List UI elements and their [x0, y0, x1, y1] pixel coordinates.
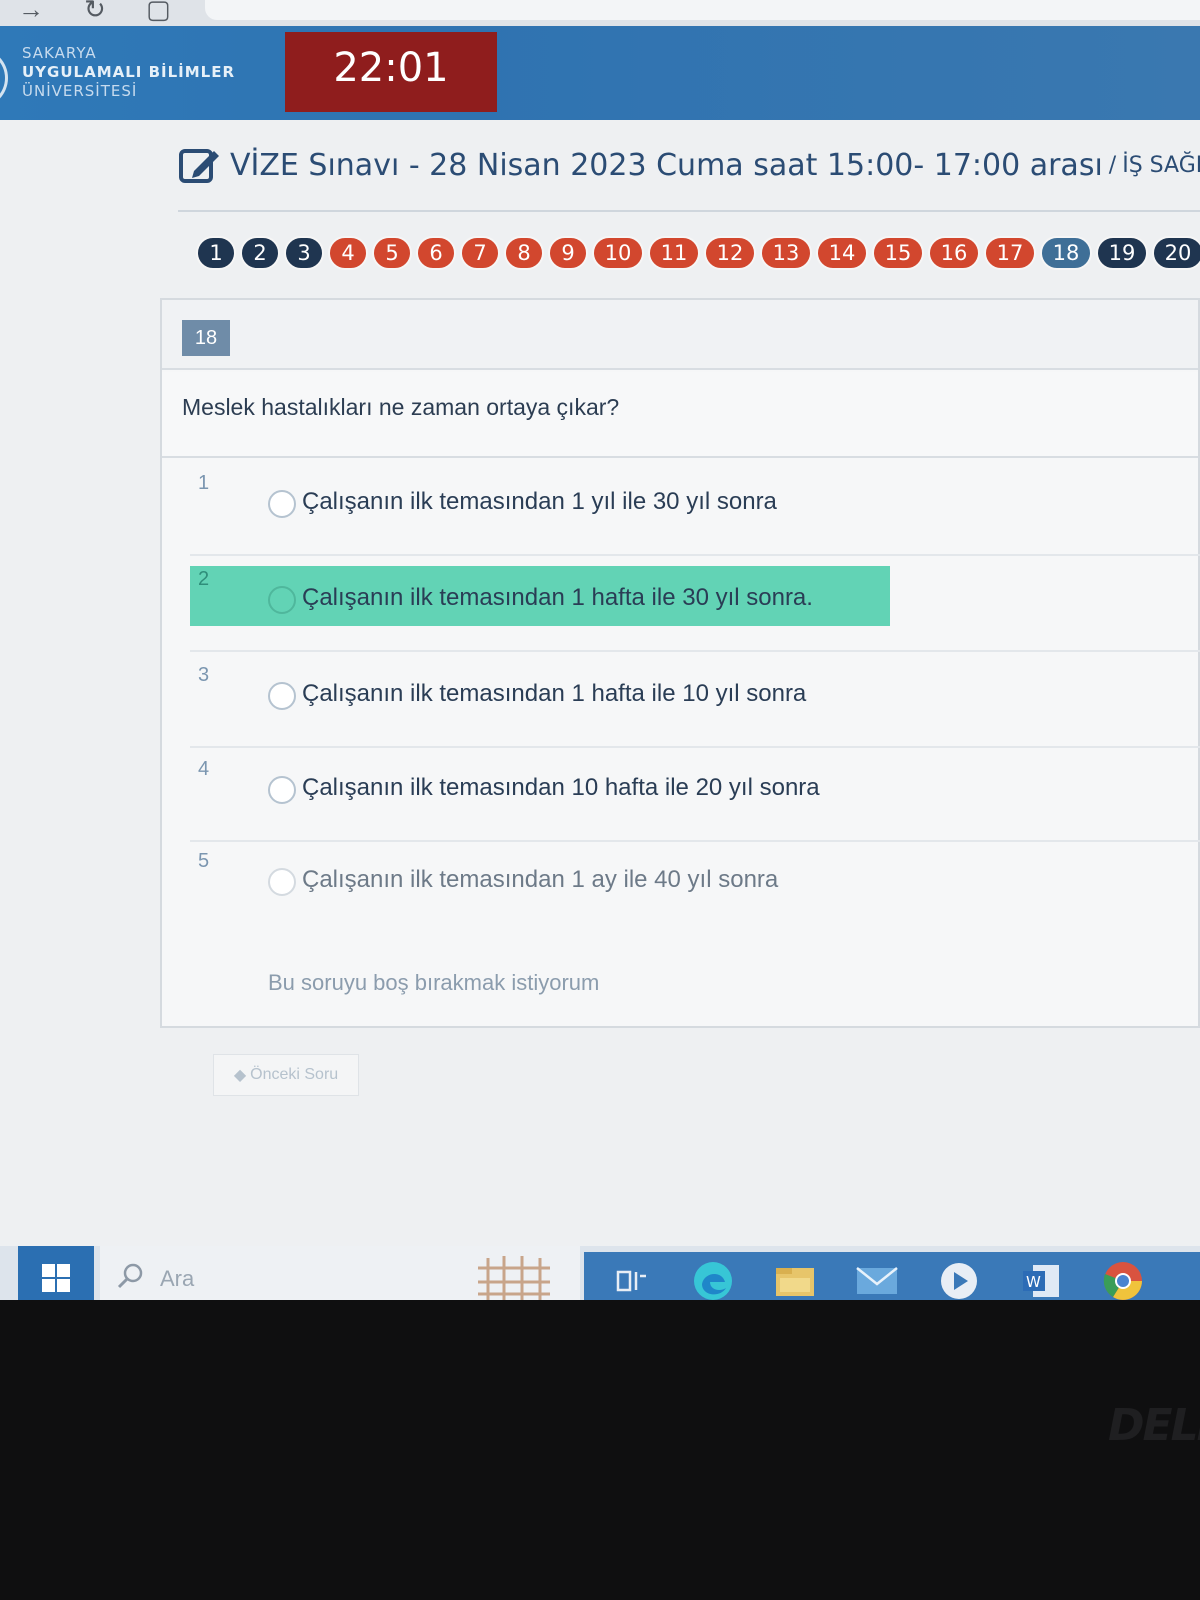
question-number-badge: 18 [182, 320, 230, 356]
question-nav-button[interactable]: 13 [760, 236, 812, 270]
taskbar-search[interactable]: Ara [100, 1246, 580, 1300]
previous-question-button[interactable]: ◆ Önceki Soru [213, 1054, 359, 1096]
media-player-icon[interactable] [936, 1258, 982, 1300]
back-arrow-icon[interactable]: → [18, 0, 44, 25]
word-icon[interactable]: W [1018, 1258, 1064, 1300]
option-label: Çalışanın ilk temasından 1 hafta ile 30 … [302, 584, 813, 611]
windows-icon [42, 1264, 70, 1292]
site-header: SAKARYA UYGULAMALI BİLİMLER ÜNİVERSİTESİ… [0, 26, 1200, 120]
dell-logo: DELL [1108, 1400, 1200, 1451]
logo-line: UYGULAMALI BİLİMLER [22, 63, 236, 81]
taskbar: Ara W [0, 1246, 1200, 1300]
divider [178, 210, 1200, 212]
question-nav-button[interactable]: 15 [872, 236, 924, 270]
question-nav-button[interactable]: 2 [240, 236, 280, 270]
question-nav-button[interactable]: 3 [284, 236, 324, 270]
question-nav-button[interactable]: 16 [928, 236, 980, 270]
reload-icon[interactable]: ↻ [84, 0, 106, 25]
option-number: 2 [198, 568, 210, 590]
exam-title-text: VİZE Sınavı - 28 Nisan 2023 Cuma saat 15… [230, 147, 1103, 183]
panel-header: 18 [162, 300, 1198, 370]
option-number: 3 [198, 664, 210, 686]
university-logo: SAKARYA UYGULAMALI BİLİMLER ÜNİVERSİTESİ [22, 44, 235, 101]
browser-tab[interactable] [205, 0, 1200, 20]
course-name: İŞ SAĞLIĞ [1122, 152, 1200, 178]
mail-icon[interactable] [854, 1258, 900, 1300]
search-highlight-icon [478, 1256, 550, 1300]
question-navigator: 1 2 3 4 5 6 7 8 9 10 11 12 13 14 15 16 17 18 19 20 [196, 236, 1200, 272]
question-nav-button[interactable]: 18 [1040, 236, 1092, 270]
radio-button[interactable] [268, 682, 296, 710]
answer-option-2[interactable]: 2 Çalışanın ilk temasından 1 hafta ile 3… [190, 566, 890, 626]
skip-question-option[interactable]: Bu soruyu boş bırakmak istiyorum [268, 970, 599, 996]
browser-toolbar: → ↻ ▢ [0, 0, 1200, 26]
question-nav-button[interactable]: 4 [328, 236, 368, 270]
search-placeholder: Ara [160, 1266, 195, 1291]
answer-option-4[interactable]: 4 Çalışanın ilk temasından 10 hafta ile … [190, 756, 890, 816]
logo-line: ÜNİVERSİTESİ [22, 82, 138, 100]
previous-question-label: Önceki Soru [250, 1066, 339, 1083]
task-view-icon[interactable] [608, 1258, 654, 1300]
option-number: 5 [198, 850, 210, 872]
option-label: Çalışanın ilk temasından 1 ay ile 40 yıl… [302, 866, 779, 893]
answer-option-1[interactable]: 1 Çalışanın ilk temasından 1 yıl ile 30 … [190, 470, 890, 530]
question-nav-button[interactable]: 20 [1152, 236, 1200, 270]
question-nav-button[interactable]: 17 [984, 236, 1036, 270]
question-nav-button[interactable]: 11 [648, 236, 700, 270]
start-button[interactable] [18, 1246, 94, 1300]
svg-text:W: W [1026, 1273, 1041, 1291]
question-nav-button[interactable]: 9 [548, 236, 588, 270]
file-explorer-icon[interactable] [772, 1258, 818, 1300]
option-number: 4 [198, 758, 210, 780]
divider [190, 840, 1200, 842]
option-number: 1 [198, 472, 210, 494]
edit-icon [179, 149, 219, 183]
question-nav-button[interactable]: 14 [816, 236, 868, 270]
chrome-icon[interactable] [1100, 1258, 1146, 1300]
arrow-left-icon: ◆ [233, 1067, 247, 1084]
option-label: Çalışanın ilk temasından 1 yıl ile 30 yı… [302, 488, 777, 515]
question-nav-button[interactable]: 10 [592, 236, 644, 270]
question-nav-button[interactable]: 5 [372, 236, 412, 270]
question-text: Meslek hastalıkları ne zaman ortaya çıka… [162, 372, 1198, 458]
screen: → ↻ ▢ SAKARYA UYGULAMALI BİLİMLER ÜNİVER… [0, 0, 1200, 1300]
question-nav-button[interactable]: 12 [704, 236, 756, 270]
option-label: Çalışanın ilk temasından 10 hafta ile 20… [302, 774, 820, 801]
divider [190, 554, 1200, 556]
logo-arc-icon [0, 48, 8, 108]
answer-option-5[interactable]: 5 Çalışanın ilk temasından 1 ay ile 40 y… [190, 848, 890, 908]
taskbar-apps: W [584, 1252, 1200, 1300]
divider [190, 746, 1200, 748]
exam-timer: 22:01 [285, 32, 497, 112]
search-icon [117, 1263, 143, 1289]
radio-button[interactable] [268, 490, 296, 518]
radio-button[interactable] [268, 868, 296, 896]
divider [190, 650, 1200, 652]
question-nav-button[interactable]: 7 [460, 236, 500, 270]
question-nav-button[interactable]: 1 [196, 236, 236, 270]
question-nav-button[interactable]: 19 [1096, 236, 1148, 270]
radio-button[interactable] [268, 776, 296, 804]
exam-title: VİZE Sınavı - 28 Nisan 2023 Cuma saat 15… [178, 142, 1200, 188]
option-label: Çalışanın ilk temasından 1 hafta ile 10 … [302, 680, 807, 707]
question-nav-button[interactable]: 8 [504, 236, 544, 270]
answer-option-3[interactable]: 3 Çalışanın ilk temasından 1 hafta ile 1… [190, 662, 890, 722]
logo-line: SAKARYA [22, 44, 97, 62]
radio-button[interactable] [268, 586, 296, 614]
tab-square-icon[interactable]: ▢ [146, 0, 171, 25]
question-panel: 18 Meslek hastalıkları ne zaman ortaya ç… [160, 298, 1200, 1028]
edge-icon[interactable] [690, 1258, 736, 1300]
question-nav-button[interactable]: 6 [416, 236, 456, 270]
title-separator: / [1108, 152, 1117, 178]
